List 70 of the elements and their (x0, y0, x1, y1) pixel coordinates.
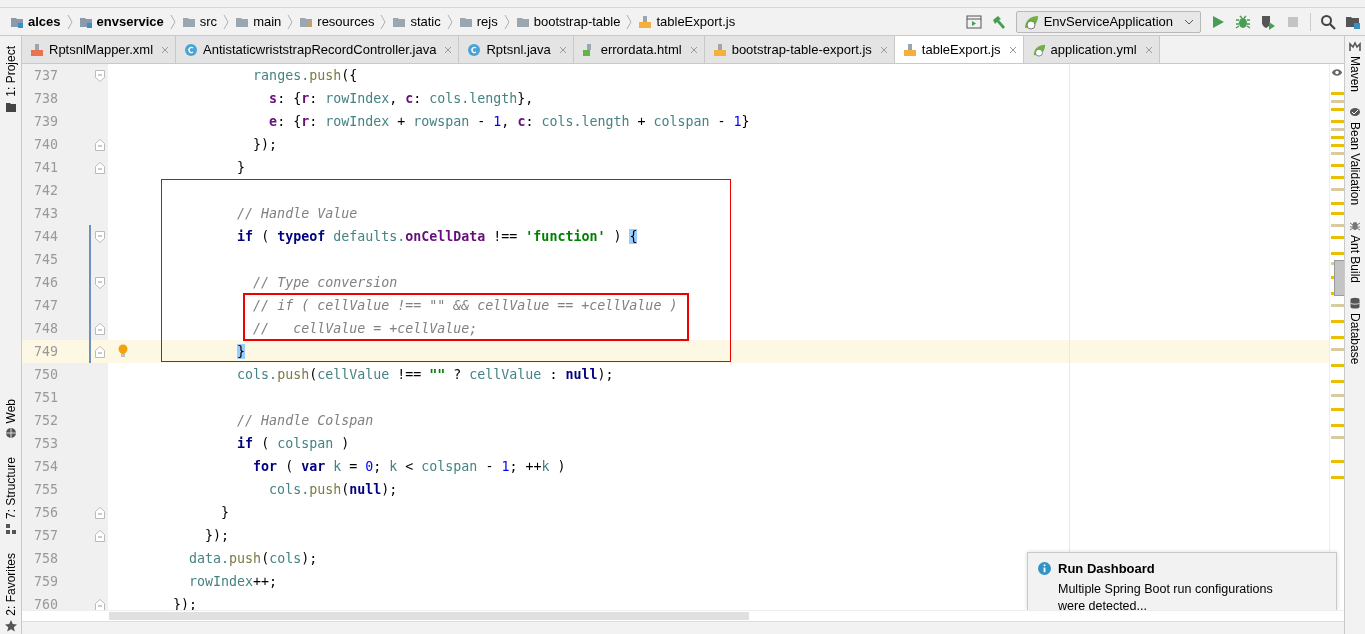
breadcrumb-item[interactable]: envservice (96, 14, 164, 29)
code-line: // Type conversion (252, 275, 398, 290)
line-number: 744 (32, 229, 58, 244)
editor-tab[interactable]: RptsnlMapper.xml (22, 36, 177, 63)
line-number: 742 (32, 183, 58, 198)
line-number: 754 (32, 459, 58, 474)
line-number: 739 (32, 114, 58, 129)
code-line: if ( colspan ) (236, 436, 350, 451)
code-line: } (236, 160, 246, 175)
tool-window-button[interactable]: 2: Favorites (3, 549, 18, 634)
code-line: s: {r: rowIndex, c: cols.length}, (268, 91, 534, 106)
line-number: 745 (32, 252, 58, 267)
code-line: if ( typeof defaults.onCellData !== 'function' ) { (236, 229, 638, 244)
breadcrumb-item[interactable]: tableExport.js (656, 14, 736, 29)
breadcrumb-item[interactable]: src (199, 14, 218, 29)
line-number: 743 (32, 206, 58, 221)
code-line: for ( var k = 0; k < colspan - 1; ++k ) (252, 459, 566, 474)
line-number: 741 (32, 160, 58, 175)
breadcrumb-item[interactable]: alces (28, 14, 61, 29)
editor-tab[interactable]: bootstrap-table-export.js (704, 36, 895, 63)
line-number: 760 (32, 597, 58, 610)
line-number: 749 (32, 344, 58, 359)
tool-window-button[interactable]: Ant Build (1348, 219, 1362, 284)
editor-tab[interactable]: application.yml (1023, 36, 1160, 63)
code-line: } (220, 505, 230, 520)
code-line: cols.push(null); (268, 482, 398, 497)
notification-message: Multiple Spring Boot run configurations were detected... (1058, 581, 1274, 610)
notification-title: Run Dashboard (1058, 561, 1156, 576)
editor-tab[interactable]: errordata.html (573, 36, 705, 63)
line-number: 757 (32, 528, 58, 543)
line-number: 758 (32, 551, 58, 566)
breadcrumb-item[interactable]: rejs (476, 14, 498, 29)
line-number: 752 (32, 413, 58, 428)
line-number: 750 (32, 367, 58, 382)
code-line: // cellValue = +cellValue; (252, 321, 478, 336)
editor-tab[interactable]: Rptsnl.java (459, 36, 574, 63)
line-number: 737 (32, 68, 58, 83)
code-line: rowIndex++; (188, 574, 278, 589)
tool-window-button[interactable]: Web (3, 394, 18, 444)
breadcrumb-item[interactable]: main (253, 14, 282, 29)
code-line: }); (252, 137, 278, 152)
line-number: 759 (32, 574, 58, 589)
line-number: 738 (32, 91, 58, 106)
line-number: 740 (32, 137, 58, 152)
tool-window-button[interactable]: 1: Project (3, 42, 18, 117)
code-line: ranges.push({ (252, 68, 358, 83)
breadcrumb-item[interactable]: static (410, 14, 441, 29)
line-number: 747 (32, 298, 58, 313)
tool-window-button[interactable]: Database (1348, 297, 1362, 365)
code-line: // Handle Colspan (236, 413, 374, 428)
line-number: 755 (32, 482, 58, 497)
line-number: 746 (32, 275, 58, 290)
code-line: e: {r: rowIndex + rowspan - 1, c: cols.length + colspan - 1} (268, 114, 750, 129)
line-number: 753 (32, 436, 58, 451)
code-line: // Handle Value (236, 206, 358, 221)
code-line: cols.push(cellValue !== "" ? cellValue : null); (236, 367, 614, 382)
code-line: }); (204, 528, 230, 543)
breadcrumb-item[interactable]: resources (317, 14, 375, 29)
tool-window-button[interactable]: Maven (1348, 40, 1362, 93)
breadcrumb-item[interactable]: bootstrap-table (533, 14, 621, 29)
line-number: 748 (32, 321, 58, 336)
tool-window-button[interactable]: Bean Validation (1348, 106, 1362, 206)
code-line: // if ( cellValue !== "" && cellValue == +cellValue ) (252, 298, 678, 313)
tool-window-button[interactable]: 7: Structure (3, 453, 18, 540)
editor-tab[interactable]: tableExport.js (894, 36, 1024, 63)
code-line: data.push(cols); (188, 551, 318, 566)
line-number: 756 (32, 505, 58, 520)
run-configuration-dropdown[interactable]: EnvServiceApplication (1015, 10, 1201, 33)
editor-tab[interactable]: AntistaticwriststrapRecordController.java (176, 36, 460, 63)
line-number: 751 (32, 390, 58, 405)
